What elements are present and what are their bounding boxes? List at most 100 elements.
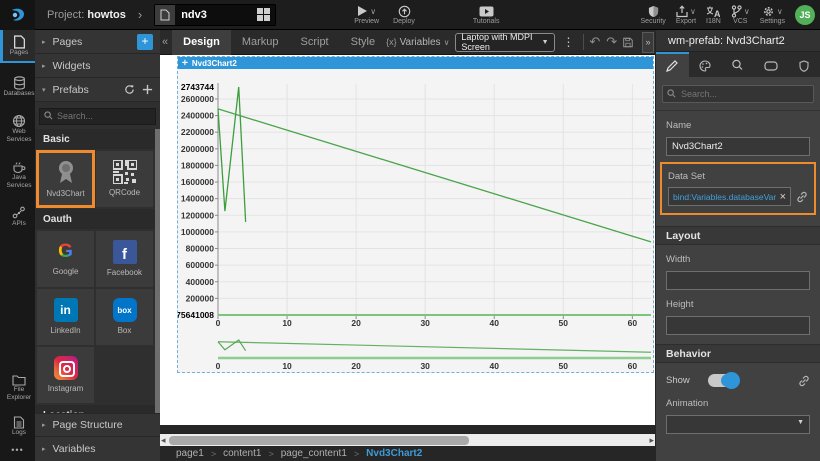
accordion-variables[interactable]: ▸ Variables [35, 437, 160, 461]
magnifier-star-icon [731, 59, 744, 72]
prefab-tile-box[interactable]: box Box [96, 289, 153, 345]
scrollbar-thumb[interactable] [169, 436, 469, 445]
vcs-button[interactable]: ∨ VCS [731, 4, 750, 25]
tab-markup[interactable]: Markup [231, 30, 290, 55]
breadcrumb-page-content1[interactable]: page_content1 [281, 448, 347, 459]
rail-item-web-services[interactable]: Web Services [0, 109, 35, 149]
rail-item-databases[interactable]: Databases [0, 71, 35, 102]
collapse-left-panel-button[interactable]: « [160, 36, 172, 48]
accordion-widgets[interactable]: ▸ Widgets [35, 54, 160, 78]
move-icon[interactable]: ✛ [182, 59, 188, 67]
user-avatar[interactable]: JS [795, 5, 815, 25]
properties-search-input[interactable] [662, 85, 814, 103]
rail-item-apis[interactable]: APIs [0, 201, 35, 232]
security-button[interactable]: Security [641, 4, 666, 25]
scroll-left-arrow-icon[interactable]: ◂ [161, 434, 166, 446]
canvas-horizontal-scrollbar[interactable]: ◂ ▸ [160, 433, 655, 446]
wavemaker-logo[interactable] [0, 0, 35, 30]
show-toggle[interactable] [708, 374, 738, 387]
prefab-tile-linkedin[interactable]: in LinkedIn [37, 289, 94, 345]
rail-item-pages[interactable]: Pages [0, 30, 35, 63]
tab-messages[interactable] [754, 52, 787, 77]
chevron-down-icon[interactable]: ∨ [690, 7, 696, 16]
accordion-page-structure[interactable]: ▸ Page Structure [35, 413, 160, 437]
nvd3chart-widget[interactable]: ✛ Nvd3Chart2 200000400000600000800000100… [177, 56, 654, 373]
export-button[interactable]: ∨ Export [676, 4, 696, 25]
page-tab-ndv3[interactable]: ndv3 [154, 4, 276, 26]
prefab-tile-instagram[interactable]: Instagram [37, 347, 94, 403]
tab-styles[interactable] [689, 52, 722, 77]
tab-style[interactable]: Style [340, 30, 386, 55]
layout-grid-icon[interactable] [257, 8, 270, 21]
tab-properties[interactable] [656, 52, 689, 77]
breadcrumb-content1[interactable]: content1 [223, 448, 261, 459]
tab-script[interactable]: Script [290, 30, 340, 55]
add-page-button[interactable]: + [137, 34, 153, 50]
widget-selection-header[interactable]: ✛ Nvd3Chart2 [178, 57, 653, 69]
prefab-tile-nvd3chart[interactable]: Nvd3Chart [37, 151, 94, 207]
name-field[interactable] [666, 137, 810, 156]
prefab-tile-google[interactable]: G Google [37, 231, 94, 287]
left-panel: ▸ Pages + ▸ Widgets ▾ Prefabs Basic [35, 30, 160, 461]
databases-icon [13, 76, 26, 90]
chevron-down-icon[interactable]: ∨ [744, 7, 750, 16]
accordion-prefabs[interactable]: ▾ Prefabs [35, 78, 160, 102]
tab-security-props[interactable] [787, 52, 820, 77]
tab-design[interactable]: Design [172, 30, 231, 55]
accordion-variables-label: Variables [53, 443, 96, 455]
rail-item-java-services[interactable]: Java Services [0, 155, 35, 195]
kebab-menu-icon[interactable]: ⋮ [561, 35, 577, 49]
design-canvas[interactable]: ✛ Nvd3Chart2 200000400000600000800000100… [160, 55, 655, 425]
scroll-right-arrow-icon[interactable]: ▸ [649, 434, 654, 446]
variables-icon: {x} [386, 37, 397, 47]
breadcrumb-page1[interactable]: page1 [176, 448, 204, 459]
bind-link-icon[interactable] [798, 375, 810, 387]
rail-spacer [0, 232, 35, 369]
left-panel-scrollbar[interactable] [155, 129, 160, 414]
svg-text:60: 60 [628, 318, 638, 328]
rail-item-file-explorer[interactable]: File Explorer [0, 369, 35, 407]
i18n-label: I18N [706, 18, 721, 25]
left-rail: Pages Databases Web Services Java Servic… [0, 30, 35, 461]
i18n-button[interactable]: A I18N [706, 4, 721, 25]
palette-icon [699, 60, 712, 72]
preview-button[interactable]: ∨ Preview [354, 4, 379, 25]
rail-item-logs[interactable]: Logs [0, 411, 35, 441]
prefab-tile-facebook[interactable]: f Facebook [96, 231, 153, 287]
tutorials-button[interactable]: Tutorials [473, 4, 500, 25]
width-field[interactable] [666, 271, 810, 290]
prefab-search-input[interactable] [39, 108, 156, 125]
breadcrumb-nvd3chart2[interactable]: Nvd3Chart2 [366, 448, 422, 459]
bind-link-icon[interactable] [796, 191, 808, 203]
device-select[interactable]: Laptop with MDPI Screen ▼ [455, 33, 554, 52]
animation-select[interactable] [666, 415, 810, 434]
logs-icon [13, 416, 25, 429]
expand-right-panel-button[interactable]: » [642, 32, 654, 53]
import-prefab-plus-icon[interactable] [142, 84, 153, 95]
chevron-down-icon[interactable]: ∨ [370, 7, 376, 16]
svg-text:40: 40 [490, 318, 500, 328]
deploy-button[interactable]: Deploy [393, 4, 415, 25]
rail-more-button[interactable]: ••• [0, 441, 35, 461]
refresh-icon[interactable] [124, 84, 135, 95]
prefab-tile-qrcode[interactable]: QRCode [96, 151, 153, 207]
tab-search-props[interactable] [722, 52, 755, 77]
undo-button[interactable]: ↶ [589, 34, 600, 50]
chevron-down-icon[interactable]: ∨ [777, 7, 783, 16]
device-select-value: Laptop with MDPI Screen [461, 32, 536, 52]
settings-button[interactable]: ∨ Settings [760, 4, 785, 25]
tutorials-label: Tutorials [473, 18, 500, 25]
instagram-icon [54, 356, 78, 380]
dataset-binding-value[interactable]: bind:Variables.databaseVariable1.dataSet [669, 192, 776, 202]
height-field[interactable] [666, 316, 810, 335]
variables-dropdown[interactable]: {x} Variables ∨ [386, 37, 449, 48]
redo-button[interactable]: ↷ [606, 34, 617, 50]
preview-label: Preview [354, 18, 379, 25]
accordion-pages[interactable]: ▸ Pages + [35, 30, 160, 54]
save-icon[interactable] [623, 36, 633, 49]
svg-text:2400000: 2400000 [181, 111, 214, 121]
toggle-knob[interactable] [723, 372, 740, 389]
clear-binding-icon[interactable]: × [776, 191, 790, 203]
wavemaker-studio: Project: howtos › ndv3 ∨ Preview [0, 0, 820, 461]
dataset-field[interactable]: bind:Variables.databaseVariable1.dataSet… [668, 187, 791, 206]
